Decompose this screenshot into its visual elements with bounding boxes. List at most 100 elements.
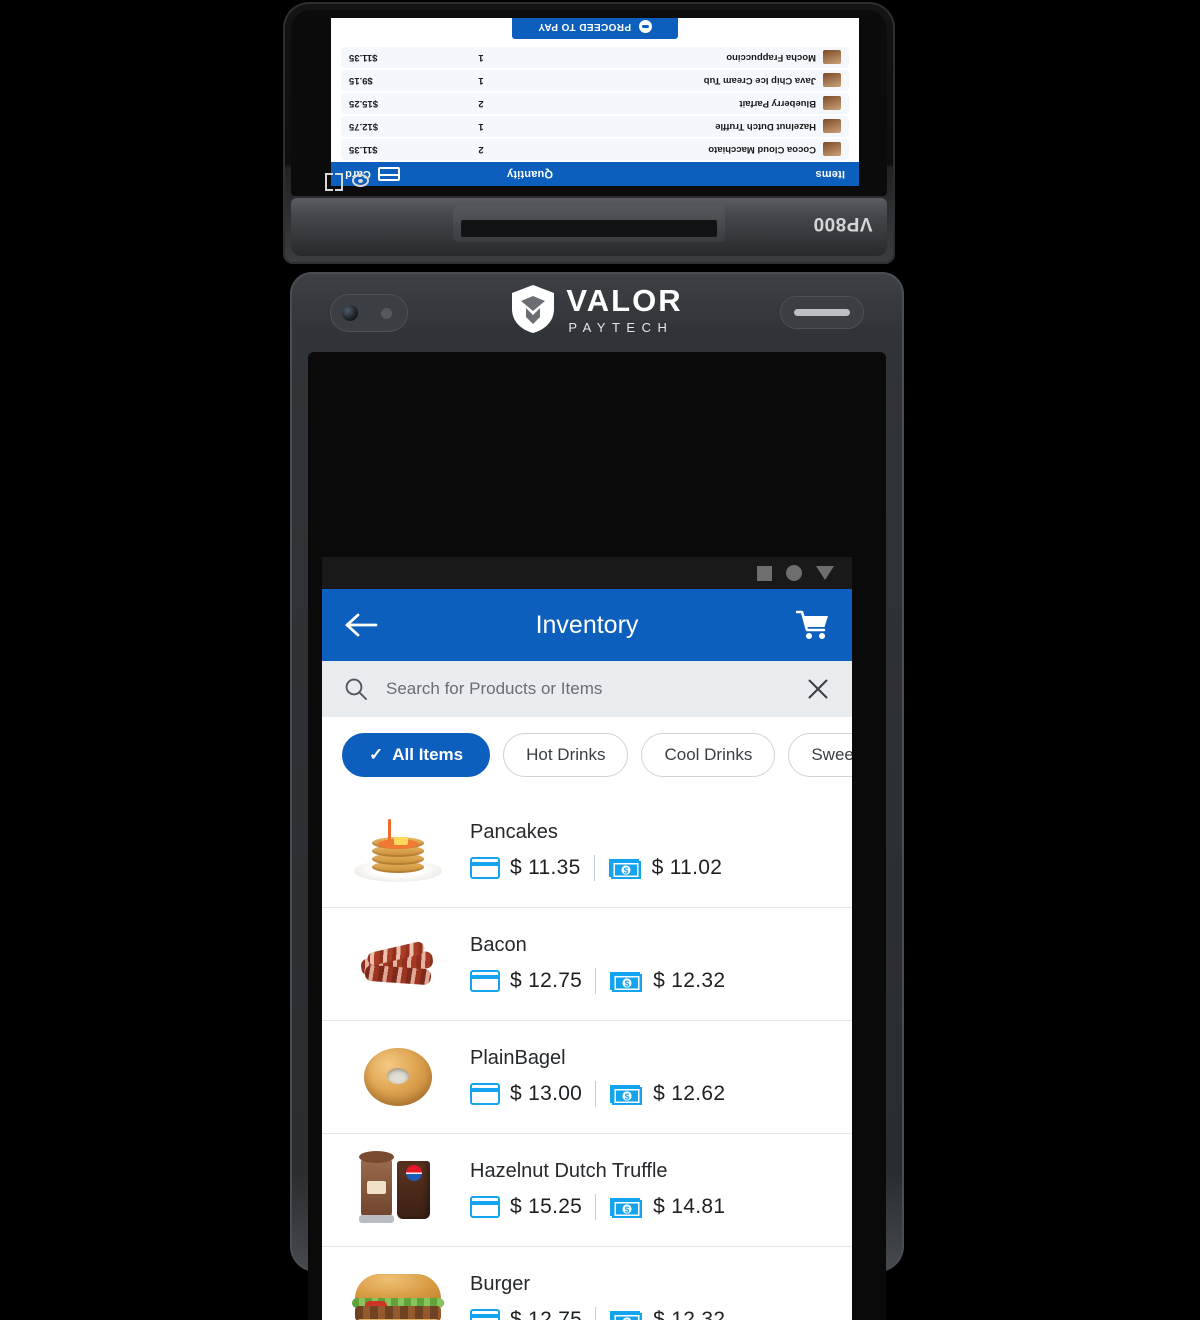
bacon-image <box>348 926 448 1002</box>
product-row[interactable]: Burger $ 12.75 $ 12.32 <box>322 1247 852 1320</box>
product-info: PlainBagel $ 13.00 $ $ 12.62 <box>448 1047 725 1107</box>
category-chip-sweet-bakery[interactable]: Sweet Bakery <box>788 733 852 777</box>
customer-cart-header: Items Quantity Card <box>331 162 859 186</box>
screenshot-stage: Items Quantity Card Cocoa Cloud Macchiat… <box>0 0 1200 1320</box>
product-row[interactable]: Hazelnut Dutch Truffle $ 15.25 $ $ 14.81 <box>322 1134 852 1247</box>
customer-item-name: Blueberry Parfait <box>739 98 816 109</box>
search-bar[interactable] <box>322 661 852 717</box>
customer-item-name: Cocoa Cloud Macchiato <box>708 144 816 155</box>
product-row[interactable]: PlainBagel $ 13.00 $ $ 12.62 <box>322 1021 852 1134</box>
credit-card-icon <box>470 970 500 992</box>
cash-banknote-icon: $ <box>608 859 641 879</box>
price-divider <box>595 968 597 994</box>
customer-item-thumb <box>823 50 841 65</box>
customer-cart-row: Cocoa Cloud Macchiato 2 $11.35 <box>341 139 849 160</box>
card-price: $ 15.25 <box>510 1195 583 1218</box>
customer-item-qty: 2 <box>478 144 484 155</box>
customer-cart-row: Blueberry Parfait 2 $15.25 <box>341 93 849 114</box>
cash-price: $ 12.32 <box>653 969 726 992</box>
product-list: Pancakes $ 11.35 $ $ 11.02 Bacon $ 12.75… <box>322 795 852 1320</box>
credit-card-icon <box>377 167 400 181</box>
category-chip-all-items[interactable]: ✓ All Items <box>342 733 491 777</box>
customer-item-qty: 1 <box>478 121 484 132</box>
android-status-bar <box>322 557 852 589</box>
triangle-down-icon[interactable] <box>816 566 834 580</box>
back-arrow-icon[interactable] <box>344 610 378 640</box>
cash-price-group: $ $ 11.02 <box>608 856 723 880</box>
valor-brand-name: VALOR <box>566 282 683 318</box>
burger-image <box>348 1265 448 1320</box>
price-divider <box>595 1307 597 1320</box>
close-icon[interactable] <box>806 677 830 701</box>
card-price-group: $ 12.75 <box>470 969 582 993</box>
svg-text:$: $ <box>625 979 630 989</box>
customer-cart-row: Java Chip Ice Cream Tub 1 $9.15 <box>341 70 849 91</box>
card-reader-slot[interactable] <box>453 206 725 242</box>
cash-price-group: $ $ 12.32 <box>609 1308 725 1320</box>
cash-banknote-icon: $ <box>610 972 643 992</box>
customer-item-amount: $12.75 <box>349 121 379 132</box>
customer-col-quantity: Quantity <box>506 168 554 180</box>
product-name: Pancakes <box>470 821 558 843</box>
customer-item-amount: $11.35 <box>349 52 378 63</box>
pancakes-image <box>348 813 448 889</box>
card-price-group: $ 12.75 <box>470 1308 582 1320</box>
svg-text:$: $ <box>623 866 628 876</box>
price-divider <box>595 1194 597 1220</box>
square-icon[interactable] <box>757 565 772 581</box>
category-chip-hot-drinks[interactable]: Hot Drinks <box>503 733 629 777</box>
card-price-group: $ 11.35 <box>470 856 581 880</box>
category-chip-label: Sweet Bakery <box>811 745 852 764</box>
customer-item-name: Mocha Frappuccino <box>726 52 816 63</box>
product-prices: $ 13.00 $ $ 12.62 <box>470 1081 725 1107</box>
customer-display-unit: Items Quantity Card Cocoa Cloud Macchiat… <box>283 2 895 264</box>
bagel-image <box>348 1039 448 1115</box>
credit-card-icon <box>470 1083 500 1105</box>
terminal-top-bezel: VALOR PAYTECH <box>290 272 904 350</box>
card-price: $ 13.00 <box>510 1082 583 1105</box>
customer-col-items: Items <box>815 168 845 180</box>
svg-text:$: $ <box>625 1092 630 1102</box>
cash-price: $ 14.81 <box>653 1195 726 1218</box>
customer-item-name: Java Chip Ice Cream Tub <box>703 75 816 86</box>
svg-text:$: $ <box>625 1205 630 1215</box>
product-info: Bacon $ 12.75 $ $ 12.32 <box>448 934 725 994</box>
cash-banknote-icon: $ <box>610 1311 643 1320</box>
card-price: $ 12.75 <box>510 969 583 992</box>
customer-item-name: Hazelnut Dutch Truffle <box>715 121 816 132</box>
cash-price: $ 12.32 <box>653 1308 726 1320</box>
customer-item-qty: 1 <box>478 52 484 63</box>
card-price: $ 11.35 <box>510 856 581 879</box>
product-name: Bacon <box>470 934 527 956</box>
valor-shield-icon <box>512 285 555 333</box>
merchant-terminal-unit: VALOR PAYTECH Inventory Search for Produ… <box>290 272 904 1320</box>
search-input[interactable] <box>386 679 788 699</box>
product-row[interactable]: Pancakes $ 11.35 $ $ 11.02 <box>322 795 852 908</box>
device-model-label: VP800 <box>813 213 873 234</box>
barcode-scan-icon <box>325 173 343 191</box>
customer-cart-list: Cocoa Cloud Macchiato 2 $11.35 Hazelnut … <box>331 47 859 162</box>
shopping-cart-icon[interactable] <box>796 609 830 641</box>
cash-banknote-icon: $ <box>610 1085 643 1105</box>
credit-card-icon <box>470 1309 500 1320</box>
product-info: Hazelnut Dutch Truffle $ 15.25 $ $ 14.81 <box>448 1160 725 1220</box>
app-bar: Inventory <box>322 589 852 661</box>
category-chip-cool-drinks[interactable]: Cool Drinks <box>641 733 776 777</box>
customer-item-thumb <box>823 119 841 134</box>
customer-item-thumb <box>823 96 841 111</box>
category-filter-row[interactable]: ✓ All Items Hot Drinks Cool Drinks Sweet… <box>322 717 852 795</box>
product-row[interactable]: Bacon $ 12.75 $ $ 12.32 <box>322 908 852 1021</box>
proceed-to-pay-button[interactable]: PROCEED TO PAY <box>511 18 679 39</box>
product-name: Hazelnut Dutch Truffle <box>470 1160 668 1182</box>
earpiece-speaker <box>780 296 864 329</box>
customer-item-qty: 2 <box>478 98 484 109</box>
cash-price: $ 11.02 <box>651 856 723 879</box>
customer-item-thumb <box>823 73 841 88</box>
circle-icon[interactable] <box>786 565 802 581</box>
scanner-indicators <box>325 173 369 191</box>
product-name: PlainBagel <box>470 1047 566 1069</box>
customer-pay-area: PROCEED TO PAY <box>331 18 859 45</box>
product-prices: $ 12.75 $ <box>470 1307 725 1320</box>
card-swipe-icon <box>639 20 653 33</box>
category-chip-label: Cool Drinks <box>664 745 753 764</box>
